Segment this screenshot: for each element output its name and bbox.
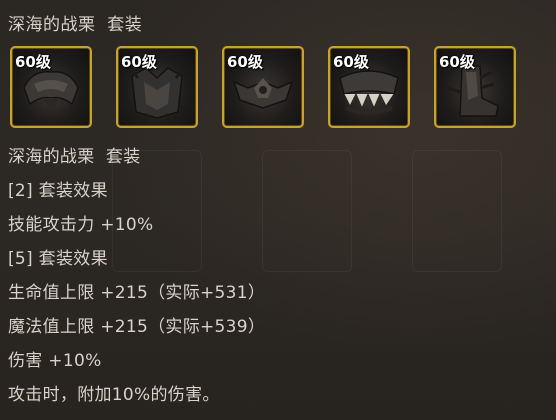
set-title: 深海的战栗 套装 [8,15,143,35]
set-5-damage-bonus: 伤害 +10% [8,351,102,371]
set-5-header: [5] 套装效果 [8,249,108,269]
set-2-effect: 技能攻击力 +10% [8,215,154,235]
set-item-slot[interactable]: 60级 [10,46,92,128]
item-level-badge: 60级 [439,53,475,71]
item-level-badge: 60级 [333,53,369,71]
background-ghost-slot [262,150,352,272]
set-5-extra-effect: 攻击时，附加10%的伤害。 [8,385,220,405]
set-name-line: 深海的战栗 套装 [8,147,141,167]
set-item-slot[interactable]: 60级 [116,46,198,128]
background-ghost-slot [412,150,502,272]
set-item-slot[interactable]: 60级 [434,46,516,128]
item-level-badge: 60级 [15,53,51,71]
set-5-mp-bonus: 魔法值上限 +215（实际+539） [8,317,266,337]
set-5-hp-bonus: 生命值上限 +215（实际+531） [8,283,266,303]
set-item-slot[interactable]: 60级 [328,46,410,128]
set-item-slot[interactable]: 60级 [222,46,304,128]
item-tooltip-panel: 深海的战栗 套装 60级 60级 60级 60级 60级 深海的战栗 套装 [2… [0,0,556,420]
item-level-badge: 60级 [227,53,263,71]
item-level-badge: 60级 [121,53,157,71]
set-2-header: [2] 套装效果 [8,181,108,201]
